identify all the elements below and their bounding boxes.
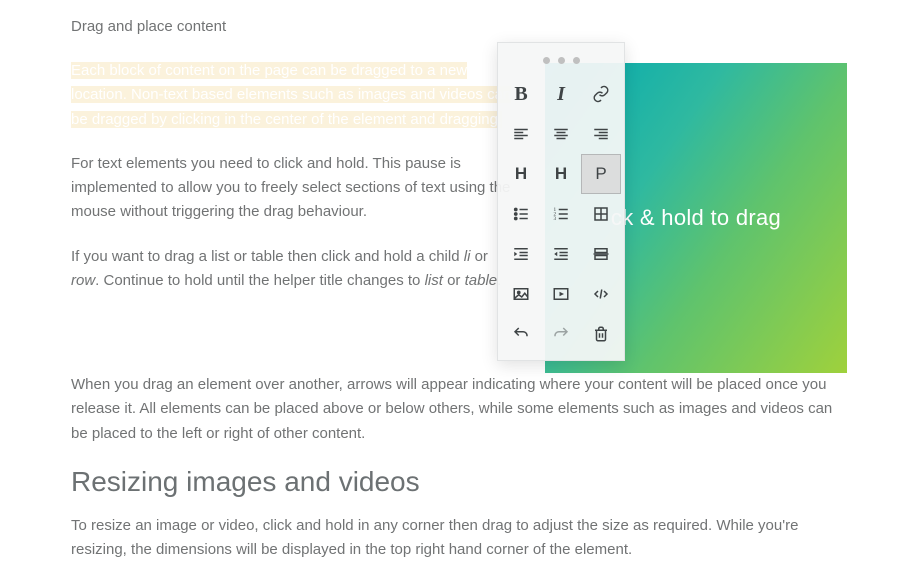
- dot-icon: [558, 57, 565, 64]
- tool-grid: B I H H P 123: [498, 74, 624, 354]
- intro-text: Drag and place content: [71, 18, 847, 35]
- paragraph-5[interactable]: To resize an image or video, click and h…: [71, 514, 847, 563]
- bullet-list-button[interactable]: [501, 194, 541, 234]
- video-button[interactable]: [541, 274, 581, 314]
- align-left-icon: [512, 125, 530, 143]
- redo-icon: [552, 325, 570, 343]
- outdent-button[interactable]: [541, 234, 581, 274]
- undo-button[interactable]: [501, 314, 541, 354]
- code-icon: [592, 285, 610, 303]
- bold-button[interactable]: B: [501, 74, 541, 114]
- dot-icon: [543, 57, 550, 64]
- italic-button[interactable]: I: [541, 74, 581, 114]
- video-icon: [552, 285, 570, 303]
- paragraph-3[interactable]: If you want to drag a list or table then…: [71, 245, 517, 294]
- undo-icon: [512, 325, 530, 343]
- page: Drag and place content Each block of con…: [0, 0, 918, 562]
- paragraph-2[interactable]: For text elements you need to click and …: [71, 152, 517, 225]
- align-left-button[interactable]: [501, 114, 541, 154]
- section-heading: Resizing images and videos: [71, 466, 847, 498]
- align-center-button[interactable]: [541, 114, 581, 154]
- redo-button[interactable]: [541, 314, 581, 354]
- paragraph-4[interactable]: When you drag an element over another, a…: [71, 373, 847, 446]
- dot-icon: [573, 57, 580, 64]
- demo-image-caption: ck & hold to drag: [611, 205, 781, 231]
- link-button[interactable]: [581, 74, 621, 114]
- paragraph-button[interactable]: P: [581, 154, 621, 194]
- text-column: Each block of content on the page can be…: [71, 59, 517, 373]
- toolbox-drag-handle[interactable]: [498, 51, 624, 74]
- table-icon: [592, 205, 610, 223]
- bullet-list-icon: [512, 205, 530, 223]
- line-break-icon: [592, 245, 610, 263]
- line-break-button[interactable]: [581, 234, 621, 274]
- image-button[interactable]: [501, 274, 541, 314]
- table-button[interactable]: [581, 194, 621, 234]
- link-icon: [592, 85, 610, 103]
- numbered-list-icon: 123: [552, 205, 570, 223]
- delete-button[interactable]: [581, 314, 621, 354]
- indent-button[interactable]: [501, 234, 541, 274]
- body-row: Each block of content on the page can be…: [71, 59, 847, 373]
- indent-icon: [512, 245, 530, 263]
- code-button[interactable]: [581, 274, 621, 314]
- floating-toolbox[interactable]: B I H H P 123: [497, 42, 625, 361]
- trash-icon: [592, 325, 610, 343]
- numbered-list-button[interactable]: 123: [541, 194, 581, 234]
- selected-text[interactable]: Each block of content on the page can be…: [71, 62, 511, 128]
- outdent-icon: [552, 245, 570, 263]
- align-center-icon: [552, 125, 570, 143]
- subheading-button[interactable]: H: [541, 154, 581, 194]
- paragraph-1[interactable]: Each block of content on the page can be…: [71, 59, 517, 132]
- align-right-button[interactable]: [581, 114, 621, 154]
- after-row: When you drag an element over another, a…: [71, 373, 847, 562]
- image-icon: [512, 285, 530, 303]
- align-right-icon: [592, 125, 610, 143]
- svg-text:3: 3: [554, 216, 557, 222]
- heading-button[interactable]: H: [501, 154, 541, 194]
